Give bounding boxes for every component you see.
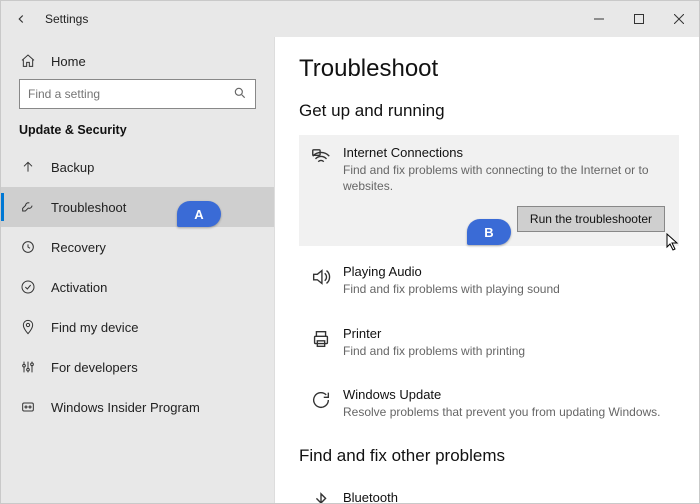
- settings-window: Settings Home Update & Security: [0, 0, 700, 504]
- sidebar-item-label: Activation: [51, 280, 107, 295]
- troubleshooter-desc: Find and fix problems with connecting to…: [343, 162, 665, 194]
- home-icon: [19, 53, 37, 69]
- home-button[interactable]: Home: [1, 47, 274, 79]
- home-label: Home: [51, 54, 86, 69]
- sidebar-item-troubleshoot[interactable]: Troubleshoot: [1, 187, 274, 227]
- troubleshooter-title: Bluetooth: [343, 490, 669, 503]
- findmydevice-icon: [19, 319, 37, 335]
- troubleshooter-title: Windows Update: [343, 387, 669, 402]
- update-icon: [307, 387, 335, 420]
- sidebar-item-recovery[interactable]: Recovery: [1, 227, 274, 267]
- recovery-icon: [19, 239, 37, 255]
- troubleshooter-title: Internet Connections: [343, 145, 665, 160]
- search-box[interactable]: [19, 79, 256, 109]
- minimize-button[interactable]: [579, 1, 619, 37]
- sidebar-item-label: For developers: [51, 360, 138, 375]
- main-content: Troubleshoot Get up and running Internet…: [275, 37, 699, 503]
- window-title: Settings: [45, 12, 88, 26]
- section-getup-heading: Get up and running: [299, 101, 679, 121]
- troubleshooter-bluetooth[interactable]: Bluetooth Find and fix problems with Blu…: [299, 480, 679, 503]
- developers-icon: [19, 359, 37, 375]
- search-icon: [233, 86, 247, 103]
- sidebar-item-label: Backup: [51, 160, 94, 175]
- close-button[interactable]: [659, 1, 699, 37]
- bluetooth-icon: [307, 490, 335, 503]
- troubleshooter-desc: Find and fix problems with playing sound: [343, 281, 669, 297]
- sidebar-item-findmydevice[interactable]: Find my device: [1, 307, 274, 347]
- troubleshoot-icon: [19, 199, 37, 215]
- sidebar-item-label: Troubleshoot: [51, 200, 126, 215]
- callout-a: A: [177, 201, 221, 227]
- troubleshooter-desc: Find and fix problems with printing: [343, 343, 669, 359]
- troubleshooter-printer[interactable]: Printer Find and fix problems with print…: [299, 316, 679, 369]
- sidebar-item-developers[interactable]: For developers: [1, 347, 274, 387]
- backup-icon: [19, 159, 37, 175]
- sidebar-item-label: Find my device: [51, 320, 138, 335]
- callout-b: B: [467, 219, 511, 245]
- maximize-button[interactable]: [619, 1, 659, 37]
- troubleshooter-title: Playing Audio: [343, 264, 669, 279]
- audio-icon: [307, 264, 335, 297]
- sidebar-item-insider[interactable]: Windows Insider Program: [1, 387, 274, 427]
- titlebar: Settings: [1, 1, 699, 37]
- sidebar-item-activation[interactable]: Activation: [1, 267, 274, 307]
- troubleshooter-title: Printer: [343, 326, 669, 341]
- sidebar-item-label: Recovery: [51, 240, 106, 255]
- activation-icon: [19, 279, 37, 295]
- category-heading: Update & Security: [1, 123, 274, 147]
- page-title: Troubleshoot: [299, 55, 679, 83]
- internet-icon: [307, 145, 335, 194]
- back-button[interactable]: [9, 7, 33, 31]
- sidebar-item-label: Windows Insider Program: [51, 400, 200, 415]
- troubleshooter-update[interactable]: Windows Update Resolve problems that pre…: [299, 377, 679, 430]
- sidebar-item-backup[interactable]: Backup: [1, 147, 274, 187]
- troubleshooter-desc: Resolve problems that prevent you from u…: [343, 404, 669, 420]
- troubleshooter-audio[interactable]: Playing Audio Find and fix problems with…: [299, 254, 679, 307]
- insider-icon: [19, 399, 37, 415]
- run-troubleshooter-button[interactable]: Run the troubleshooter: [517, 206, 665, 232]
- printer-icon: [307, 326, 335, 359]
- sidebar: Home Update & Security Backup Troubl: [1, 37, 275, 503]
- search-input[interactable]: [28, 87, 233, 101]
- section-other-heading: Find and fix other problems: [299, 446, 679, 466]
